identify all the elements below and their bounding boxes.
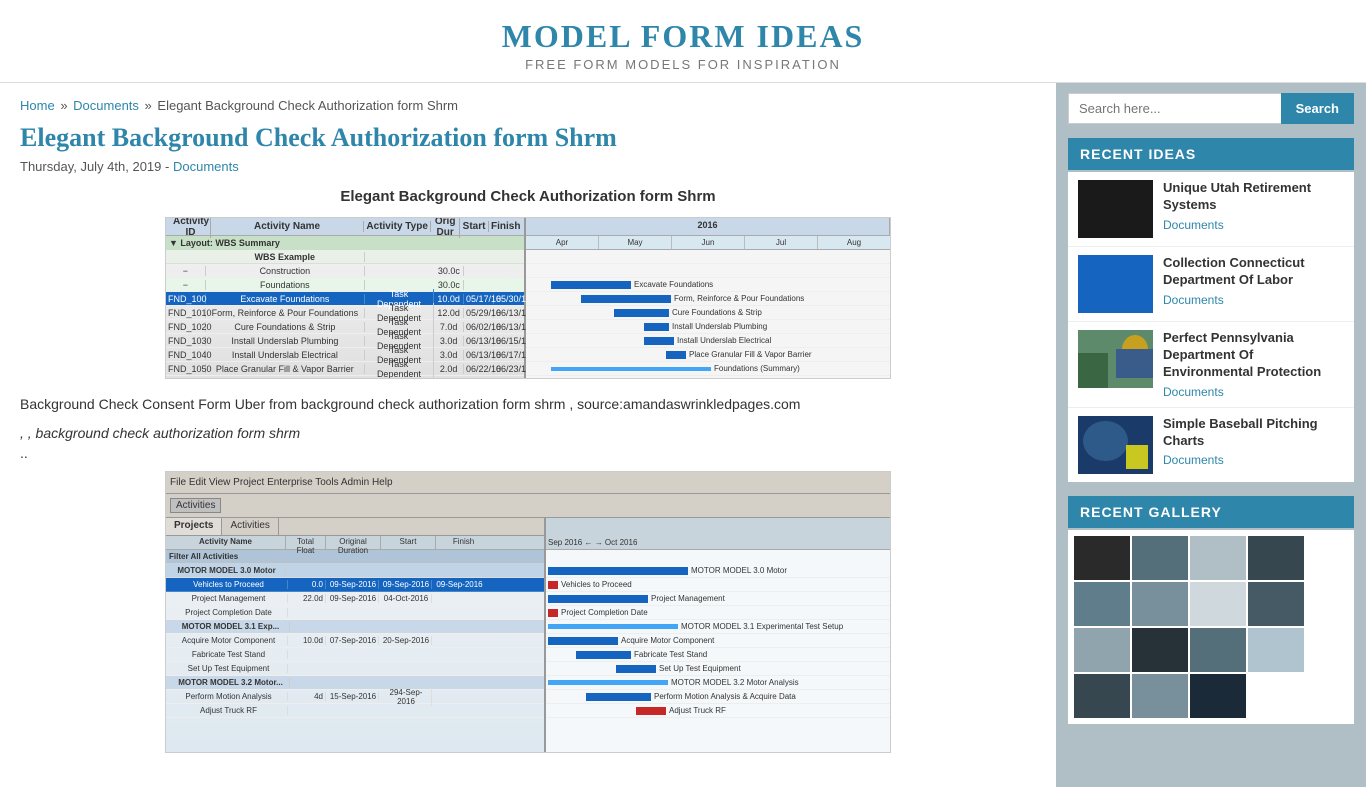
main-content: Home » Documents » Elegant Background Ch… [0,83,1056,787]
search-widget: Search [1068,93,1354,124]
article-body-italic: , , background check authorization form … [20,425,1036,441]
list-item: Unique Utah Retirement Systems Documents [1068,172,1354,247]
breadcrumb-home[interactable]: Home [20,98,55,113]
breadcrumb-current: Elegant Background Check Authorization f… [157,98,458,113]
list-item: Simple Baseball Pitching Charts Document… [1068,408,1354,482]
gallery-thumb[interactable] [1190,582,1246,626]
idea-text-4: Simple Baseball Pitching Charts Document… [1163,416,1344,468]
list-item: Collection Connecticut Department Of Lab… [1068,247,1354,322]
article-meta: Thursday, July 4th, 2019 - Documents [20,159,1036,174]
gallery-thumb[interactable] [1248,628,1304,672]
idea-category-1[interactable]: Documents [1163,218,1344,232]
gantt-chart-image: Activity ID Activity Name Activity Type … [165,217,891,379]
gallery-thumb[interactable] [1248,582,1304,626]
gallery-grid [1068,530,1354,724]
idea-text-1: Unique Utah Retirement Systems Documents [1163,180,1344,232]
idea-thumb-1 [1078,180,1153,238]
gallery-thumb[interactable] [1074,582,1130,626]
article-category-link[interactable]: Documents [173,159,239,174]
breadcrumb-sep2: » [145,98,152,113]
idea-category-3[interactable]: Documents [1163,385,1344,399]
idea-thumb-3 [1078,330,1153,388]
article-title: Elegant Background Check Authorization f… [20,123,1036,153]
idea-thumb-4 [1078,416,1153,474]
idea-title-4[interactable]: Simple Baseball Pitching Charts [1163,416,1344,450]
site-title: MODEL FORM IDEAS [0,18,1366,55]
list-item: Perfect Pennsylvania Department Of Envir… [1068,322,1354,408]
gallery-thumb[interactable] [1248,536,1304,580]
breadcrumb: Home » Documents » Elegant Background Ch… [20,98,1036,113]
site-tagline: FREE FORM MODELS FOR INSPIRATION [0,57,1366,72]
idea-text-2: Collection Connecticut Department Of Lab… [1163,255,1344,307]
article-body-text: Background Check Consent Form Uber from … [20,393,1036,415]
idea-category-2[interactable]: Documents [1163,293,1344,307]
article-section-title: Elegant Background Check Authorization f… [20,188,1036,205]
sidebar: Search RECENT IDEAS Unique Utah Retireme… [1056,83,1366,787]
gallery-thumb[interactable] [1132,674,1188,718]
recent-ideas-list: Unique Utah Retirement Systems Documents… [1068,172,1354,482]
search-input[interactable] [1068,93,1281,124]
gallery-thumb[interactable] [1074,628,1130,672]
idea-thumb-2 [1078,255,1153,313]
recent-gallery-title: RECENT GALLERY [1068,496,1354,528]
gallery-thumb[interactable] [1190,628,1246,672]
idea-title-2[interactable]: Collection Connecticut Department Of Lab… [1163,255,1344,289]
gallery-thumb[interactable] [1132,582,1188,626]
article-image-gantt-wrapper: Activity ID Activity Name Activity Type … [20,217,1036,379]
gallery-thumb[interactable] [1190,536,1246,580]
gallery-thumb[interactable] [1074,674,1130,718]
search-button[interactable]: Search [1281,93,1354,124]
gallery-thumb[interactable] [1074,536,1130,580]
gallery-thumb[interactable] [1190,674,1246,718]
idea-title-3[interactable]: Perfect Pennsylvania Department Of Envir… [1163,330,1344,381]
primavera-chart-image: File Edit View Project Enterprise Tools … [165,471,891,753]
breadcrumb-sep1: » [60,98,67,113]
gallery-thumb[interactable] [1132,536,1188,580]
gallery-thumb[interactable] [1132,628,1188,672]
site-header: MODEL FORM IDEAS FREE FORM MODELS FOR IN… [0,0,1366,83]
recent-gallery-grid [1068,530,1354,724]
idea-category-4[interactable]: Documents [1163,453,1344,467]
article-body-dots: .. [20,445,1036,461]
idea-text-3: Perfect Pennsylvania Department Of Envir… [1163,330,1344,399]
recent-ideas-title: RECENT IDEAS [1068,138,1354,170]
idea-title-1[interactable]: Unique Utah Retirement Systems [1163,180,1344,214]
article-image-primavera-wrapper: File Edit View Project Enterprise Tools … [20,471,1036,753]
breadcrumb-documents[interactable]: Documents [73,98,139,113]
article-date: Thursday, July 4th, 2019 - [20,159,169,174]
